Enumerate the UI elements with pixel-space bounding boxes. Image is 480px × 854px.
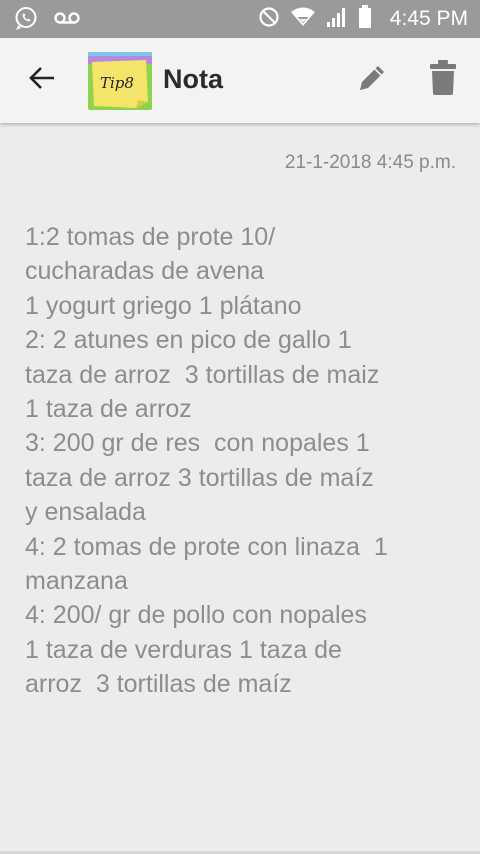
- note-text[interactable]: 1:2 tomas de prote 10/ cucharadas de ave…: [25, 220, 455, 702]
- back-button[interactable]: [22, 60, 62, 100]
- logo-text: Tip8: [100, 74, 134, 92]
- status-bar: 4:45 PM: [0, 0, 480, 38]
- note-date: 21-1-2018 4:45 p.m.: [284, 152, 456, 173]
- system-icons: 4:45 PM: [258, 0, 468, 38]
- battery-icon: [358, 4, 372, 34]
- whatsapp-icon: [14, 6, 38, 35]
- app-logo: Tip8: [86, 50, 154, 112]
- wifi-icon: [290, 7, 316, 32]
- back-arrow-icon: [28, 66, 56, 95]
- delete-button[interactable]: [422, 58, 464, 102]
- page-title: Nota: [163, 64, 223, 94]
- voicemail-icon: [54, 10, 80, 31]
- signal-icon: [326, 6, 348, 33]
- notification-icons: [14, 6, 80, 35]
- trash-icon: [429, 59, 457, 101]
- app-bar: Tip8 Nota: [0, 38, 480, 123]
- do-not-disturb-icon: [258, 6, 280, 33]
- pencil-icon: [356, 62, 388, 99]
- edit-button[interactable]: [352, 60, 392, 100]
- status-time: 4:45 PM: [389, 7, 468, 30]
